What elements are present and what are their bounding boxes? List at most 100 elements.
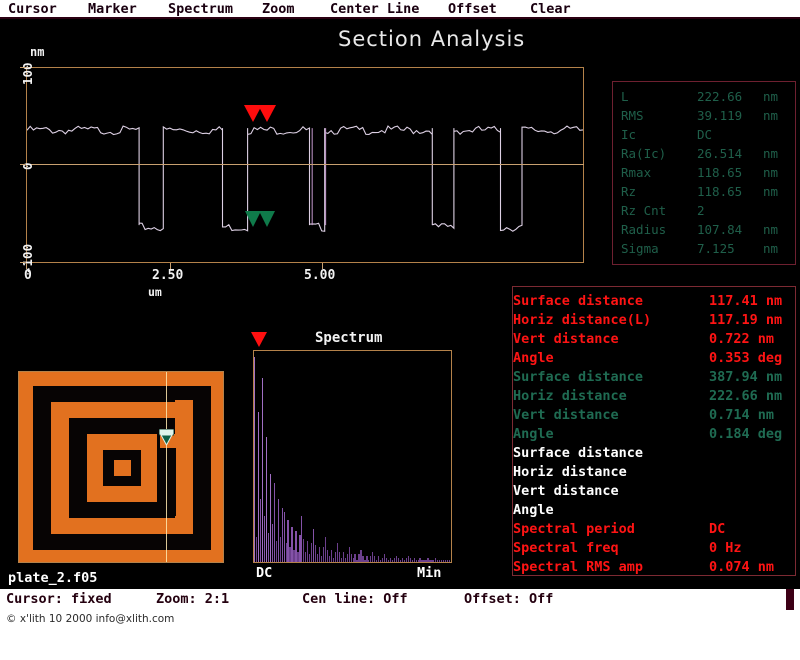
section-cursor-line[interactable] (166, 372, 167, 562)
measurement-label: Angle (513, 350, 554, 366)
section-profile-plot[interactable] (26, 67, 584, 263)
stat-key: L (621, 89, 629, 104)
status-cursor: Cursor: fixed (6, 591, 112, 607)
status-offset: Offset: Off (464, 591, 554, 607)
menu-bar: Cursor Marker Spectrum Zoom Center Line Offse… (0, 0, 800, 19)
menu-item-center-line[interactable]: Center Line (330, 1, 419, 17)
x-axis-tick (170, 263, 171, 269)
menu-item-spectrum[interactable]: Spectrum (168, 1, 233, 17)
stat-value: 107.84 (697, 222, 743, 237)
analysis-canvas: Section Analysis nm 100 0 -100 0 2.50 5.… (0, 19, 800, 589)
y-axis-tick (20, 164, 26, 165)
x-tick-500: 5.00 (304, 268, 336, 283)
measurement-label: Spectral freq (513, 540, 619, 556)
copyright-text: © x'lith 10 2000 info@xlith.com (6, 613, 175, 625)
status-bar: Cursor: fixed Zoom: 2:1 Cen line: Off Offse… (0, 589, 800, 609)
marker-red-right[interactable] (258, 105, 276, 122)
x-tick-0: 0 (24, 268, 32, 283)
stat-key: Rmax (621, 165, 652, 180)
stat-unit: nm (763, 222, 779, 237)
spectrum-marker-icon[interactable] (251, 332, 267, 347)
x-axis-unit: um (148, 285, 162, 299)
x-axis-tick (26, 263, 27, 269)
zero-reference-line (26, 164, 584, 165)
menu-item-offset[interactable]: Offset (448, 1, 497, 17)
measurement-value: 0.074 nm (709, 559, 775, 575)
y-axis-unit: nm (30, 45, 45, 59)
stat-key: Sigma (621, 241, 659, 256)
menu-item-marker[interactable]: Marker (88, 1, 137, 17)
y-tick-100: 100 (20, 62, 35, 85)
measurement-value: DC (709, 521, 726, 537)
stat-value: 39.119 (697, 108, 743, 123)
measurement-label: Surface distance (513, 369, 644, 385)
menu-item-clear[interactable]: Clear (530, 1, 571, 17)
stat-unit: nm (763, 165, 779, 180)
stat-value: 2 (697, 203, 705, 218)
measurement-value: 0.353 deg (709, 350, 783, 366)
measurement-value: 117.41 nm (709, 293, 783, 309)
stat-unit: nm (763, 184, 779, 199)
spectrum-title: Spectrum (315, 330, 383, 346)
measurement-value: 0 Hz (709, 540, 742, 556)
x-axis-tick (322, 263, 323, 269)
marker-cursor-icon[interactable] (159, 429, 174, 445)
stat-value: 7.125 (697, 241, 735, 256)
measurement-value: 0.714 nm (709, 407, 775, 423)
menu-item-zoom[interactable]: Zoom (262, 1, 295, 17)
spectrum-left-label: DC (256, 565, 273, 581)
measurement-label: Spectral RMS amp (513, 559, 644, 575)
section-analysis-window: Cursor Marker Spectrum Zoom Center Line Offse… (0, 0, 800, 660)
stat-value: 118.65 (697, 184, 743, 199)
measurement-label: Vert distance (513, 483, 619, 499)
measurement-label: Surface distance (513, 293, 644, 309)
stat-unit: nm (763, 146, 779, 161)
measurement-label: Angle (513, 502, 554, 518)
stat-key: Rz (621, 184, 637, 199)
spectrum-bar (254, 357, 256, 562)
spiral-core-gap (114, 460, 131, 476)
status-zoom: Zoom: 2:1 (156, 591, 230, 607)
profile-line (27, 125, 583, 232)
measurement-label: Surface distance (513, 445, 644, 461)
stat-unit: nm (763, 241, 779, 256)
measurement-value: 0.184 deg (709, 426, 783, 442)
image-filename: plate_2.f05 (8, 570, 98, 586)
footer: © x'lith 10 2000 info@xlith.com (0, 609, 800, 660)
measurement-value: 387.94 nm (709, 369, 783, 385)
spiral-tail (160, 448, 176, 516)
spectrum-right-label: Min (417, 565, 442, 581)
stat-value: 118.65 (697, 165, 743, 180)
measurement-label: Horiz distance(L) (513, 312, 652, 328)
measurement-value: 222.66 nm (709, 388, 783, 404)
stat-key: Ra(Ic) (621, 146, 667, 161)
spectrum-plot[interactable] (253, 350, 452, 563)
spectrum-bar (449, 559, 451, 562)
measurement-value: 0.722 nm (709, 331, 775, 347)
afm-topography-image[interactable] (18, 371, 224, 563)
measurement-label: Horiz distance (513, 388, 627, 404)
measurement-label: Vert distance (513, 407, 619, 423)
stat-key: Radius (621, 222, 667, 237)
stat-value: 26.514 (697, 146, 743, 161)
measurement-results-panel: Surface distance 117.41 nm Horiz distance(… (512, 286, 796, 576)
stat-value: 222.66 (697, 89, 743, 104)
measurement-label: Spectral period (513, 521, 635, 537)
y-axis-tick (20, 67, 26, 68)
stat-key: RMS (621, 108, 644, 123)
stat-key: Ic (621, 127, 637, 142)
menu-item-cursor[interactable]: Cursor (8, 1, 57, 17)
spiral-opening (175, 400, 193, 416)
measurement-label: Horiz distance (513, 464, 627, 480)
profile-trace (27, 125, 583, 232)
stat-value: DC (697, 127, 713, 142)
stat-key: Rz Cnt (621, 203, 667, 218)
window-edge-marker (786, 589, 794, 610)
stat-unit: nm (763, 108, 779, 123)
measurement-label: Vert distance (513, 331, 619, 347)
x-tick-250: 2.50 (152, 268, 184, 283)
status-cen-line: Cen line: Off (302, 591, 408, 607)
marker-green-right[interactable] (259, 211, 275, 227)
roughness-stats-panel: L 222.66 nm RMS 39.119 nm Ic DC Ra(Ic) 26.514 nm Rm… (612, 81, 796, 265)
measurement-value: 117.19 nm (709, 312, 783, 328)
